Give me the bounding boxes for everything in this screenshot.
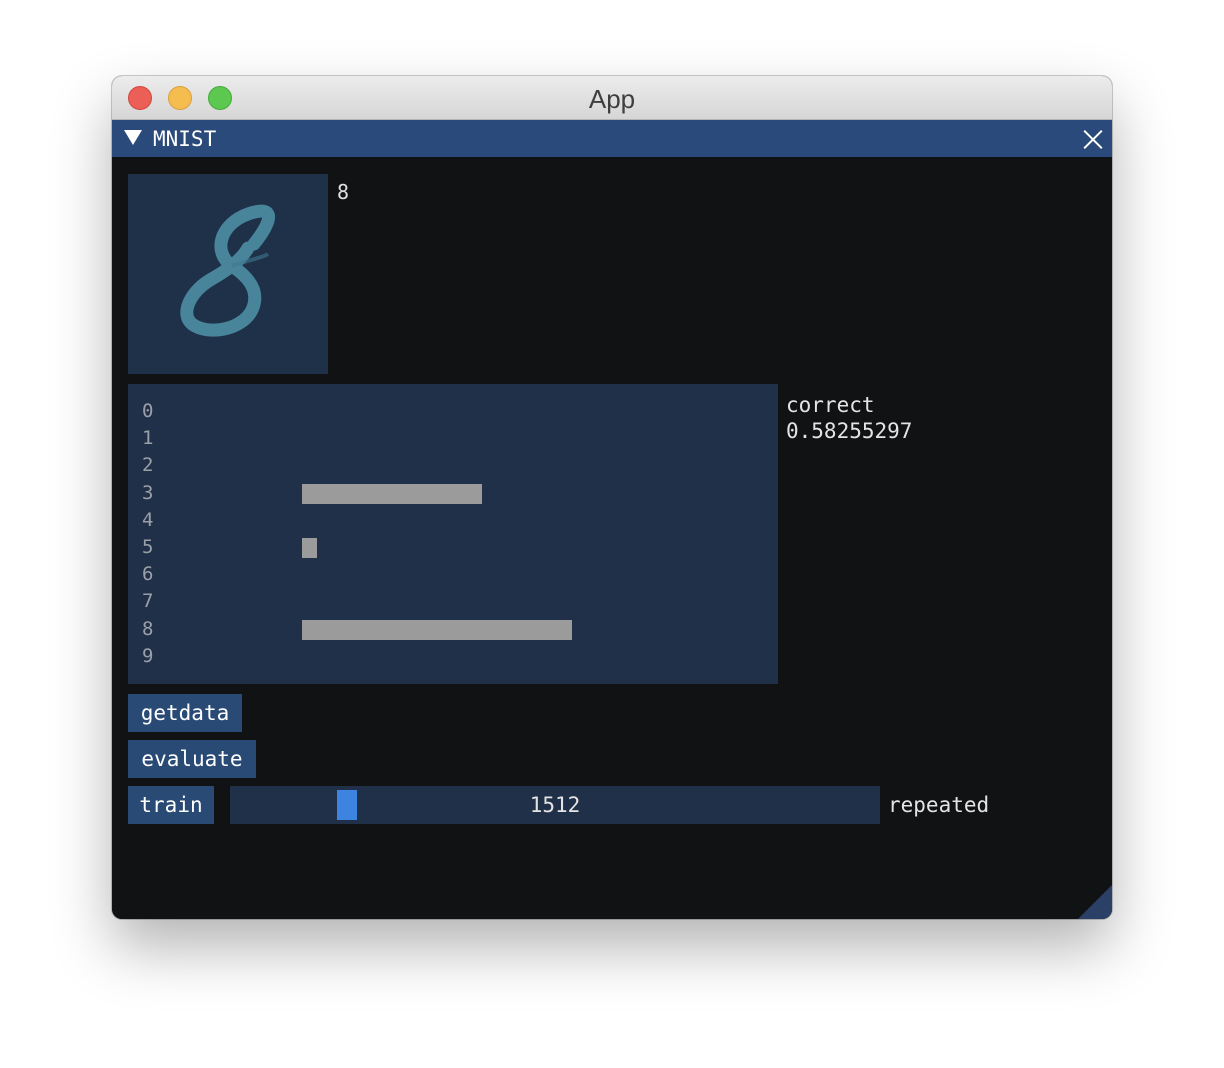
evaluate-button[interactable]: evaluate — [128, 740, 256, 778]
collapse-triangle-icon[interactable] — [124, 130, 142, 145]
probability-bar-chart: 0 1 2 3 4 5 6 7 8 9 — [128, 384, 778, 684]
chart-tick-label: 1 — [142, 427, 154, 450]
chart-tick-label: 8 — [142, 617, 154, 640]
panel-titlebar[interactable]: MNIST — [112, 120, 1112, 157]
chart-tick-label: 3 — [142, 481, 154, 504]
chart-tick-label: 9 — [142, 644, 154, 667]
accuracy-caption: correct — [786, 393, 875, 417]
resize-grip-icon[interactable] — [1078, 885, 1112, 919]
chart-tick-label: 7 — [142, 590, 154, 613]
digit-label: 8 — [337, 180, 350, 204]
window-title: App — [588, 84, 636, 114]
digit-image — [128, 174, 328, 374]
panel-title: MNIST — [153, 127, 217, 151]
chart-tick-label: 4 — [142, 508, 154, 531]
close-icon[interactable] — [1080, 126, 1106, 152]
train-button[interactable]: train — [128, 786, 214, 824]
accuracy-value: 0.58255297 — [786, 419, 913, 443]
chart-tick-label: 5 — [142, 536, 154, 558]
mnist-panel: MNIST 8 0 1 2 3 4 5 6 7 8 9 correct 0.58255297 ge… — [112, 120, 1112, 919]
app-window: App MNIST 8 0 1 2 3 4 5 6 7 8 9 correct 0.5825529… — [112, 76, 1112, 919]
window-titlebar: App — [112, 76, 1112, 120]
digit-eight-glyph-icon — [180, 204, 276, 337]
chart-tick-label: 6 — [142, 563, 154, 586]
slider-label: repeated — [888, 793, 990, 817]
repeat-slider[interactable]: 1512 — [230, 786, 880, 824]
getdata-button[interactable]: getdata — [128, 694, 242, 732]
chart-tick-label: 2 — [142, 454, 154, 477]
chart-bar — [302, 538, 317, 558]
chart-tick-label: 0 — [142, 400, 154, 422]
slider-value: 1512 — [529, 793, 581, 817]
chart-bar — [302, 619, 572, 640]
chart-bar — [302, 483, 482, 504]
